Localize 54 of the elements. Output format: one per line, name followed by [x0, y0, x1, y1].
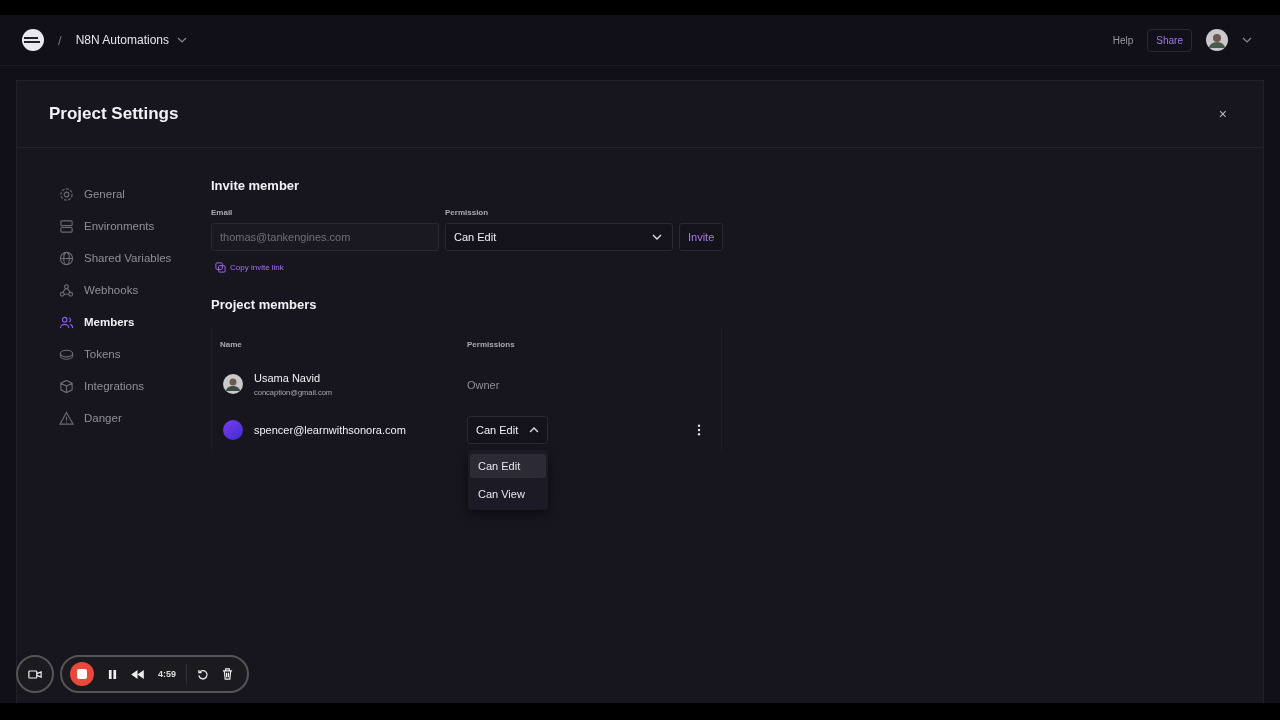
member-name: Usama Navid: [254, 371, 322, 384]
dialog-title: Project Settings: [49, 104, 179, 124]
email-field[interactable]: thomas@tankengines.com: [211, 223, 439, 251]
sidebar-item[interactable]: Webhooks: [59, 274, 139, 306]
warning-icon: [59, 410, 74, 426]
section-heading: Invite member: [211, 178, 300, 194]
copy-link[interactable]: Copy invite link: [215, 262, 284, 273]
column-header: Permissions: [467, 339, 516, 349]
users-icon: [59, 314, 74, 330]
share-button[interactable]: Share: [1147, 28, 1192, 52]
avatar-icon[interactable]: [1206, 29, 1228, 51]
permission-select[interactable]: Can Edit: [445, 223, 673, 251]
stop-button[interactable]: [70, 662, 94, 686]
close-button[interactable]: ×: [1218, 106, 1227, 122]
help-link[interactable]: Help: [1112, 34, 1134, 46]
permission-text: Owner: [467, 379, 500, 391]
sidebar-item[interactable]: Integrations: [59, 370, 145, 402]
sidebar-item[interactable]: Shared Variables: [59, 242, 172, 274]
permission-select[interactable]: Can Edit: [467, 416, 548, 444]
invite-button[interactable]: Invite: [679, 223, 724, 251]
copy-icon: [215, 262, 226, 273]
menu-option[interactable]: Can Edit: [470, 454, 546, 478]
sidebar-item[interactable]: General: [59, 178, 125, 210]
field-label: Permission: [445, 208, 490, 217]
restart-icon[interactable]: [197, 668, 208, 680]
webhook-icon: [59, 282, 74, 298]
chevron-icon: [652, 234, 662, 240]
server-icon: [59, 218, 74, 234]
trash-icon[interactable]: [222, 668, 233, 680]
pause-icon[interactable]: [108, 668, 117, 680]
timer: 4:59: [158, 669, 176, 679]
more-icon[interactable]: [697, 424, 701, 436]
field-label: Email: [211, 208, 234, 217]
cube-icon: [59, 378, 74, 394]
video-camera-icon: [28, 668, 42, 680]
breadcrumb-separator: /: [58, 32, 62, 48]
avatar-icon: [223, 374, 243, 394]
caret-icon: [177, 37, 187, 43]
sidebar-item[interactable]: Tokens: [59, 338, 121, 370]
sidebar-item[interactable]: Danger: [59, 402, 122, 434]
menu-option[interactable]: Can View: [470, 482, 546, 506]
chevron-icon: [529, 427, 539, 433]
caret-icon[interactable]: [1242, 37, 1252, 43]
globe-icon: [59, 250, 74, 266]
rewind-icon[interactable]: [131, 669, 144, 679]
member-email: spencer@learnwithsonora.com: [254, 424, 406, 436]
sidebar-item[interactable]: Members: [59, 306, 135, 338]
sidebar-item[interactable]: Environments: [59, 210, 155, 242]
avatar-icon: [223, 420, 243, 440]
column-header: Name: [220, 339, 243, 349]
project-switcher[interactable]: N8N Automations: [75, 33, 187, 47]
gear-icon: [59, 186, 74, 202]
logo-icon[interactable]: [22, 29, 44, 51]
section-heading: Project members: [211, 297, 317, 313]
